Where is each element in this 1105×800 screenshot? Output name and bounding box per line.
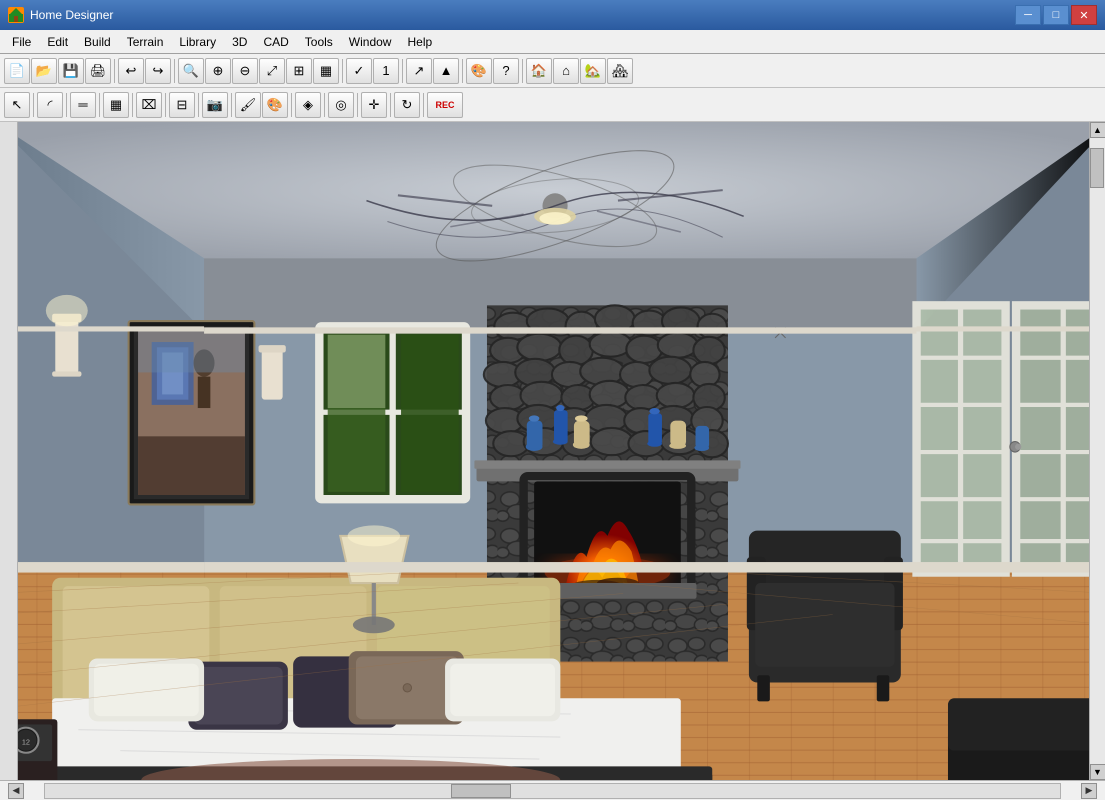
scroll-left-button[interactable]: ◀ bbox=[8, 783, 24, 799]
toolbar-button-plan-check[interactable]: ✓ bbox=[346, 58, 372, 84]
menu-item-library[interactable]: Library bbox=[171, 30, 224, 53]
toolbar-button-print[interactable]: 🖨 bbox=[85, 58, 111, 84]
toolbar-button-paint[interactable]: 🖌 bbox=[235, 92, 261, 118]
toolbar-button-redo[interactable]: ↪ bbox=[145, 58, 171, 84]
menu-bar: FileEditBuildTerrainLibrary3DCADToolsWin… bbox=[0, 30, 1105, 54]
app-title: Home Designer bbox=[30, 8, 1015, 22]
toolbar-separator bbox=[402, 59, 403, 83]
toolbar-button-undo[interactable]: ↩ bbox=[118, 58, 144, 84]
toolbar-separator bbox=[33, 93, 34, 117]
scroll-track-vertical bbox=[1090, 138, 1105, 764]
toolbar-button-material[interactable]: 🎨 bbox=[466, 58, 492, 84]
close-button[interactable]: ✕ bbox=[1071, 5, 1097, 25]
toolbar-button-route[interactable]: ↗ bbox=[406, 58, 432, 84]
title-bar: Home Designer ─ □ ✕ bbox=[0, 0, 1105, 30]
toolbar-separator bbox=[132, 93, 133, 117]
right-scrollbar: ▲ ▼ bbox=[1089, 122, 1105, 780]
menu-item-file[interactable]: File bbox=[4, 30, 39, 53]
toolbar-button-3d-view[interactable]: 1 bbox=[373, 58, 399, 84]
menu-item-terrain[interactable]: Terrain bbox=[119, 30, 172, 53]
minimize-button[interactable]: ─ bbox=[1015, 5, 1041, 25]
menu-item-window[interactable]: Window bbox=[341, 30, 400, 53]
horizontal-scroll-thumb[interactable] bbox=[451, 784, 511, 798]
toolbar-separator bbox=[357, 93, 358, 117]
toolbar-button-wall-tool[interactable]: ═ bbox=[70, 92, 96, 118]
svg-text:12: 12 bbox=[22, 737, 30, 746]
menu-item-cad[interactable]: CAD bbox=[255, 30, 296, 53]
toolbar-button-light[interactable]: ◎ bbox=[328, 92, 354, 118]
toolbar-button-up[interactable]: ▲ bbox=[433, 58, 459, 84]
toolbar-button-house1[interactable]: 🏠 bbox=[526, 58, 552, 84]
left-ruler bbox=[0, 122, 18, 780]
scroll-thumb-vertical[interactable] bbox=[1090, 148, 1104, 188]
toolbar1: 📄📂💾🖨 ↩↪ 🔍⊕⊖⤢⊞▦ ✓1 ↗▲ 🎨? 🏠⌂🏡🏘 bbox=[0, 54, 1105, 88]
window-controls: ─ □ ✕ bbox=[1015, 5, 1097, 25]
toolbar-button-house3[interactable]: 🏡 bbox=[580, 58, 606, 84]
toolbar-separator bbox=[291, 93, 292, 117]
toolbar-button-record[interactable]: REC bbox=[427, 92, 463, 118]
toolbar-separator bbox=[423, 93, 424, 117]
toolbar-button-stair-tool[interactable]: ⌧ bbox=[136, 92, 162, 118]
toolbar-button-fit-window[interactable]: ⤢ bbox=[259, 58, 285, 84]
toolbar-button-select[interactable]: ↖ bbox=[4, 92, 30, 118]
toolbar-button-texture[interactable]: ◈ bbox=[295, 92, 321, 118]
toolbar-button-save[interactable]: 💾 bbox=[58, 58, 84, 84]
scroll-down-button[interactable]: ▼ bbox=[1090, 764, 1105, 780]
toolbar-button-new[interactable]: 📄 bbox=[4, 58, 30, 84]
toolbar-button-zoom-in[interactable]: ⊕ bbox=[205, 58, 231, 84]
toolbar-separator bbox=[174, 59, 175, 83]
toolbar-button-arc-tool[interactable]: ◜ bbox=[37, 92, 63, 118]
toolbar2: ↖ ◜ ═ ▦ ⌧ ⊟ 📷 🖌🎨 ◈ ◎ ✛ ↻ REC bbox=[0, 88, 1105, 122]
toolbar-button-rotate[interactable]: ↻ bbox=[394, 92, 420, 118]
toolbar-separator bbox=[231, 93, 232, 117]
toolbar-separator bbox=[522, 59, 523, 83]
toolbar-separator bbox=[66, 93, 67, 117]
toolbar-button-camera[interactable]: 📷 bbox=[202, 92, 228, 118]
toolbar-separator bbox=[198, 93, 199, 117]
toolbar-button-zoom-out[interactable]: ⊖ bbox=[232, 58, 258, 84]
toolbar-button-room-tool[interactable]: ▦ bbox=[103, 92, 129, 118]
toolbar-button-open[interactable]: 📂 bbox=[31, 58, 57, 84]
horizontal-scrollbar[interactable] bbox=[44, 783, 1061, 799]
scroll-right-button[interactable]: ▶ bbox=[1081, 783, 1097, 799]
menu-item-tools[interactable]: Tools bbox=[297, 30, 341, 53]
toolbar-separator bbox=[390, 93, 391, 117]
toolbar-button-zoom-box[interactable]: ⊞ bbox=[286, 58, 312, 84]
maximize-button[interactable]: □ bbox=[1043, 5, 1069, 25]
toolbar-button-move[interactable]: ✛ bbox=[361, 92, 387, 118]
menu-item-edit[interactable]: Edit bbox=[39, 30, 76, 53]
menu-item-build[interactable]: Build bbox=[76, 30, 119, 53]
toolbar-separator bbox=[99, 93, 100, 117]
scene-canvas: 12 bbox=[18, 122, 1089, 780]
menu-item-help[interactable]: Help bbox=[399, 30, 440, 53]
main-area: 12 bbox=[0, 122, 1105, 780]
scroll-up-button[interactable]: ▲ bbox=[1090, 122, 1105, 138]
toolbar-separator bbox=[342, 59, 343, 83]
toolbar-button-help-btn[interactable]: ? bbox=[493, 58, 519, 84]
toolbar-button-zoom-out-glass[interactable]: 🔍 bbox=[178, 58, 204, 84]
toolbar-separator bbox=[114, 59, 115, 83]
toolbar-button-zoom-area[interactable]: ▦ bbox=[313, 58, 339, 84]
toolbar-button-color[interactable]: 🎨 bbox=[262, 92, 288, 118]
toolbar-separator bbox=[462, 59, 463, 83]
toolbar-button-dimension[interactable]: ⊟ bbox=[169, 92, 195, 118]
toolbar-button-house4[interactable]: 🏘 bbox=[607, 58, 633, 84]
menu-item-3d[interactable]: 3D bbox=[224, 30, 255, 53]
app-icon bbox=[8, 7, 24, 23]
toolbar-separator bbox=[165, 93, 166, 117]
toolbar-button-house2[interactable]: ⌂ bbox=[553, 58, 579, 84]
toolbar-separator bbox=[324, 93, 325, 117]
viewport: 12 bbox=[18, 122, 1089, 780]
status-bar: ◀ ▶ bbox=[0, 780, 1105, 800]
